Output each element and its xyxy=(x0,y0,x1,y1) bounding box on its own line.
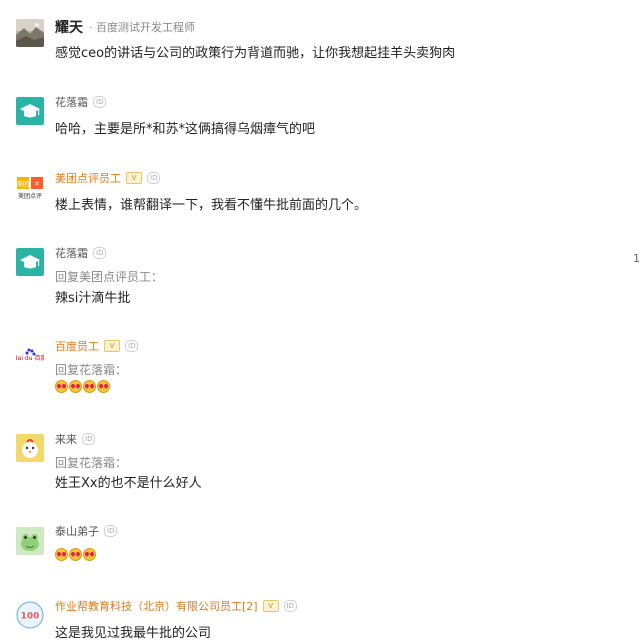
comment-text: 这是我见过我最牛批的公司 xyxy=(55,626,212,641)
verified-badge: V xyxy=(126,172,142,184)
chick-avatar[interactable] xyxy=(16,434,44,462)
heart-eyes-emoji-icon xyxy=(69,380,82,393)
svg-text:美团: 美团 xyxy=(17,180,29,188)
id-badge: ID xyxy=(283,600,298,612)
zuoyebang-logo-avatar[interactable]: 100 xyxy=(16,601,44,629)
verified-badge: V xyxy=(262,600,279,612)
baidu-logo-avatar[interactable]: Bai du 百度 xyxy=(16,342,44,370)
comment-text: 哈哈，主要是所*和苏*这俩搞得乌烟瘴气的吧 xyxy=(55,122,316,137)
heart-eyes-emoji-icon xyxy=(83,548,96,561)
comment-text: 感觉ceo的讲话与公司的政策行为背道而驰，让你我想起挂羊头卖狗肉 xyxy=(55,46,456,61)
id-badge: ID xyxy=(125,340,139,352)
id-badge: ID xyxy=(147,172,161,184)
comment-text: 楼上表情，谁帮翻译一下，我看不懂牛批前面的几个。 xyxy=(55,198,368,213)
avatar-caption: 100 xyxy=(21,612,40,622)
heart-eyes-emoji-icon xyxy=(55,380,68,393)
id-badge: ID xyxy=(93,247,107,259)
landscape-photo-avatar[interactable] xyxy=(16,19,44,47)
graduation-cap-avatar[interactable] xyxy=(16,248,44,276)
meituan-logo-avatar[interactable]: 美团 ✕ 美团点评 xyxy=(16,174,44,202)
reply-to-label[interactable]: 回复美团点评员工： xyxy=(55,268,163,285)
avatar-caption: 美团点评 xyxy=(18,192,42,200)
comment-text: 辣si汁滴牛批 xyxy=(55,291,131,306)
emoji-row xyxy=(55,548,96,561)
verified-badge: V xyxy=(104,340,120,352)
commenter-name[interactable]: 耀天 xyxy=(55,17,83,37)
graduation-cap-avatar[interactable] xyxy=(16,97,44,125)
commenter-title: 百度测试开发工程师 xyxy=(89,19,195,35)
commenter-name[interactable]: 泰山弟子 xyxy=(55,523,99,539)
commenter-name[interactable]: 来来 xyxy=(55,431,77,447)
heart-eyes-emoji-icon xyxy=(69,548,82,561)
commenter-name[interactable]: 作业帮教育科技（北京）有限公司员工[2] xyxy=(55,598,258,614)
comment-text: 姓王Xx的也不是什么好人 xyxy=(55,476,202,491)
commenter-name[interactable]: 美团点评员工 xyxy=(55,170,121,186)
svg-text:✕: ✕ xyxy=(34,180,40,188)
emoji-row xyxy=(55,380,110,393)
commenter-name[interactable]: 花落霜 xyxy=(55,245,88,261)
reply-to-label[interactable]: 回复花落霜： xyxy=(55,361,127,378)
id-badge: ID xyxy=(104,525,118,537)
id-badge: ID xyxy=(82,433,96,445)
reply-to-label[interactable]: 回复花落霜： xyxy=(55,454,127,471)
commenter-name[interactable]: 百度员工 xyxy=(55,338,99,354)
commenter-name[interactable]: 花落霜 xyxy=(55,94,88,110)
id-badge: ID xyxy=(93,96,107,108)
heart-eyes-emoji-icon xyxy=(55,548,68,561)
frog-avatar[interactable] xyxy=(16,527,44,555)
heart-eyes-emoji-icon xyxy=(83,380,96,393)
avatar-caption: Bai du 百度 xyxy=(16,354,44,362)
heart-eyes-emoji-icon xyxy=(97,380,110,393)
edge-page-digit: 1 xyxy=(633,252,640,265)
